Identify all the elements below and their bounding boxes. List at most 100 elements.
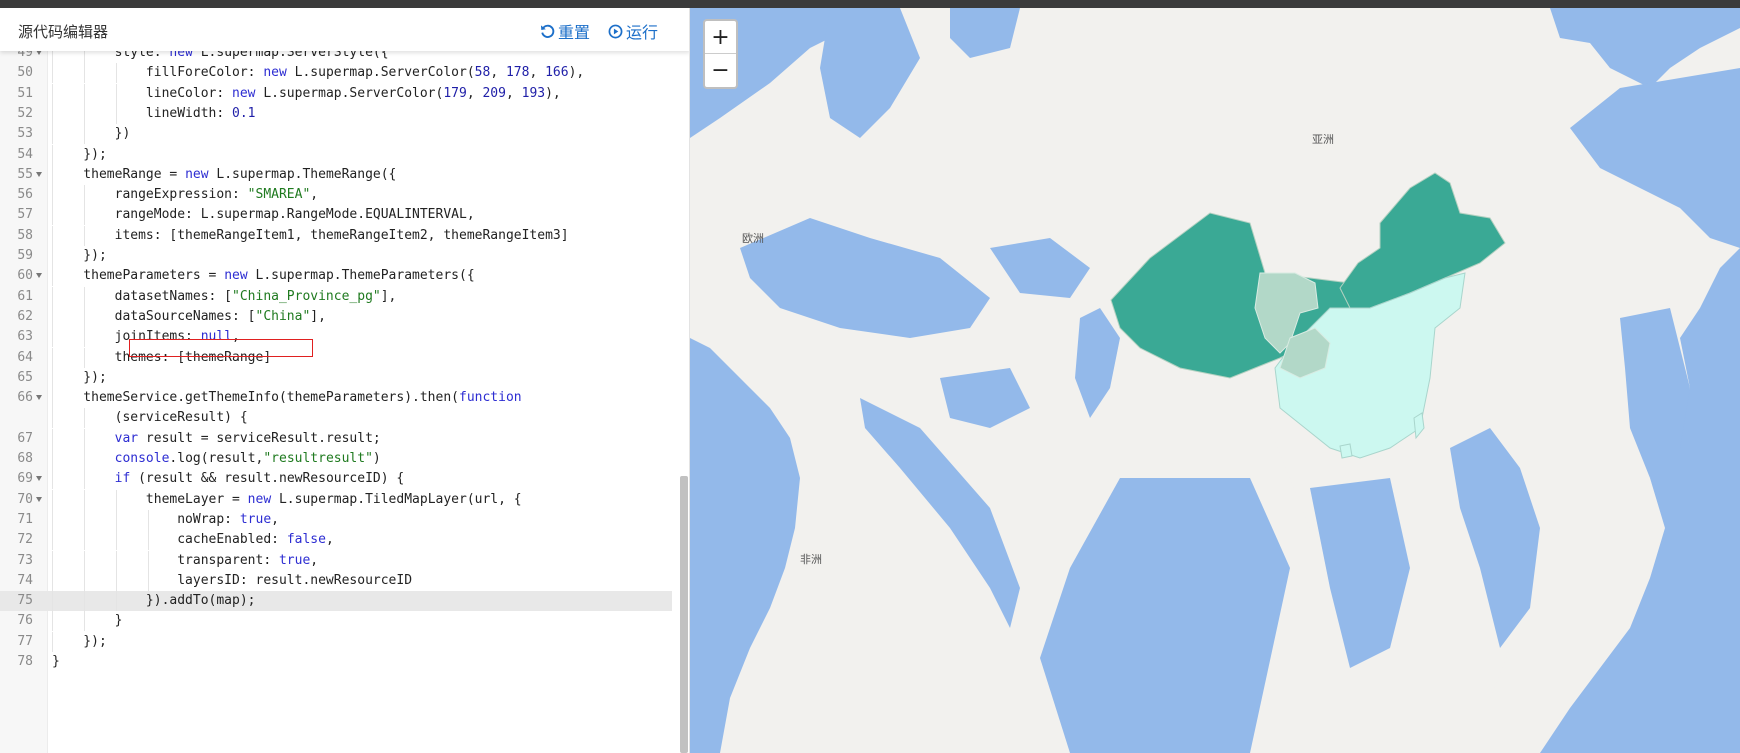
map-label-africa: 非洲 bbox=[800, 553, 822, 566]
run-button[interactable]: 运行 bbox=[608, 19, 658, 43]
code-token: "China_Province_pg" bbox=[232, 288, 381, 304]
code-token: }); bbox=[52, 248, 107, 263]
code-token: , bbox=[310, 187, 319, 203]
code-text: }); bbox=[52, 632, 107, 652]
code-token: noWrap: bbox=[52, 511, 240, 527]
code-text: dataSourceNames: ["China"], bbox=[52, 307, 326, 327]
code-token: true bbox=[239, 511, 272, 527]
line-number: 58 bbox=[17, 227, 33, 243]
map-label-asia: 亚洲 bbox=[1312, 133, 1334, 146]
code-text: rangeExpression: "SMAREA", bbox=[52, 185, 319, 205]
code-line[interactable]: 74 layersID: result.newResourceID bbox=[0, 570, 672, 591]
code-line[interactable]: 76 } bbox=[0, 611, 672, 632]
code-text: }); bbox=[52, 246, 107, 266]
code-line[interactable]: 75 }).addTo(map); bbox=[0, 591, 672, 612]
code-token: rangeExpression: bbox=[52, 187, 248, 203]
code-line[interactable]: 62 dataSourceNames: ["China"], bbox=[0, 306, 672, 327]
code-line[interactable]: 64 themes: [themeRange] bbox=[0, 347, 672, 368]
code-token: false bbox=[286, 532, 326, 548]
code-line[interactable]: 57 rangeMode: L.supermap.RangeMode.EQUAL… bbox=[0, 205, 672, 226]
code-token: "China" bbox=[255, 308, 311, 324]
line-number: 70 bbox=[17, 491, 33, 507]
code-line[interactable]: (serviceResult) { bbox=[0, 408, 672, 429]
code-token: themeLayer = bbox=[52, 491, 248, 507]
code-token: } bbox=[52, 613, 123, 629]
fold-arrow-icon[interactable] bbox=[36, 273, 42, 279]
code-line[interactable]: 63 joinItems: null, bbox=[0, 327, 672, 348]
code-line[interactable]: 51 lineColor: new L.supermap.ServerColor… bbox=[0, 83, 672, 104]
code-line[interactable]: 53 }) bbox=[0, 124, 672, 145]
code-text: }); bbox=[52, 368, 107, 388]
code-text: lineWidth: 0.1 bbox=[52, 104, 256, 124]
line-number: 74 bbox=[17, 572, 33, 588]
fold-arrow-icon[interactable] bbox=[36, 51, 42, 55]
code-line[interactable]: 78} bbox=[0, 652, 672, 672]
code-line[interactable]: 68 console.log(result,"resultresult") bbox=[0, 449, 672, 469]
code-text: }).addTo(map); bbox=[52, 591, 256, 611]
code-text: lineColor: new L.supermap.ServerColor(17… bbox=[52, 84, 561, 104]
code-line[interactable]: 70 themeLayer = new L.supermap.TiledMapL… bbox=[0, 489, 672, 510]
fold-arrow-icon[interactable] bbox=[36, 395, 42, 401]
code-line[interactable]: 73 transparent: true, bbox=[0, 550, 672, 571]
code-line[interactable]: 66 themeService.getThemeInfo(themeParame… bbox=[0, 388, 672, 409]
code-line[interactable]: 61 datasetNames: ["China_Province_pg"], bbox=[0, 286, 672, 307]
editor-header: 源代码编辑器 重置 运行 bbox=[0, 8, 689, 51]
code-token: ], bbox=[380, 288, 397, 304]
code-line[interactable]: 77 }); bbox=[0, 631, 672, 652]
code-text: var result = serviceResult.result; bbox=[52, 429, 381, 449]
code-token: (serviceResult) { bbox=[52, 410, 248, 426]
code-line[interactable]: 60 themeParameters = new L.supermap.Them… bbox=[0, 266, 672, 287]
code-token: 0.1 bbox=[232, 105, 256, 121]
code-area[interactable]: 49 style: new L.supermap.ServerStyle({50… bbox=[0, 51, 672, 753]
code-token: datasetNames: [ bbox=[52, 288, 233, 304]
code-token: themeParameters = bbox=[52, 268, 225, 284]
zoom-in-button[interactable]: + bbox=[705, 21, 736, 54]
code-token: (result && result.newResourceID) { bbox=[130, 471, 405, 487]
line-number: 72 bbox=[17, 532, 33, 548]
code-line[interactable]: 55 themeRange = new L.supermap.ThemeRang… bbox=[0, 164, 672, 185]
code-text: items: [themeRangeItem1, themeRangeItem2… bbox=[52, 226, 569, 246]
code-token: transparent: bbox=[52, 552, 279, 568]
map-view[interactable]: 亚洲 欧洲 非洲 bbox=[690, 8, 1740, 753]
code-line[interactable]: 54 }); bbox=[0, 144, 672, 165]
code-text: themeService.getThemeInfo(themeParameter… bbox=[52, 388, 521, 408]
code-line[interactable]: 50 fillForeColor: new L.supermap.ServerC… bbox=[0, 63, 672, 84]
code-token: new bbox=[224, 268, 248, 284]
reset-button[interactable]: 重置 bbox=[540, 19, 590, 43]
code-line[interactable]: 65 }); bbox=[0, 367, 672, 388]
code-line[interactable]: 49 style: new L.supermap.ServerStyle({ bbox=[0, 51, 672, 63]
reset-label: 重置 bbox=[558, 23, 591, 42]
code-line[interactable]: 52 lineWidth: 0.1 bbox=[0, 103, 672, 124]
code-text: }); bbox=[52, 145, 107, 165]
zoom-out-button[interactable]: − bbox=[705, 54, 736, 87]
fold-arrow-icon[interactable] bbox=[36, 496, 42, 502]
line-number: 54 bbox=[17, 146, 33, 162]
code-text: console.log(result,"resultresult") bbox=[52, 449, 381, 469]
code-text: noWrap: true, bbox=[52, 510, 279, 530]
code-text: layersID: result.newResourceID bbox=[52, 571, 412, 591]
code-text: }) bbox=[52, 124, 131, 144]
code-line[interactable]: 56 rangeExpression: "SMAREA", bbox=[0, 185, 672, 206]
code-text: cacheEnabled: false, bbox=[52, 530, 334, 550]
code-token: L.supermap.TiledMapLayer(url, { bbox=[271, 491, 522, 507]
code-token: .log(result, bbox=[169, 451, 264, 466]
code-token: new bbox=[247, 491, 272, 507]
line-number: 76 bbox=[17, 613, 33, 629]
code-token: } bbox=[52, 654, 60, 669]
fold-arrow-icon[interactable] bbox=[36, 171, 42, 177]
code-line[interactable]: 58 items: [themeRangeItem1, themeRangeIt… bbox=[0, 225, 672, 246]
code-token: var bbox=[114, 430, 139, 446]
code-line[interactable]: 72 cacheEnabled: false, bbox=[0, 530, 672, 551]
code-line[interactable]: 69 if (result && result.newResourceID) { bbox=[0, 469, 672, 490]
line-number: 63 bbox=[17, 329, 33, 345]
editor-scrollbar[interactable] bbox=[680, 476, 688, 753]
line-number: 57 bbox=[17, 207, 33, 223]
code-line[interactable]: 71 noWrap: true, bbox=[0, 509, 672, 530]
code-token: "resultresult" bbox=[263, 451, 373, 466]
line-number: 55 bbox=[17, 166, 33, 182]
code-line[interactable]: 59 }); bbox=[0, 246, 672, 266]
code-line[interactable]: 67 var result = serviceResult.result; bbox=[0, 428, 672, 449]
fold-arrow-icon[interactable] bbox=[36, 476, 42, 482]
